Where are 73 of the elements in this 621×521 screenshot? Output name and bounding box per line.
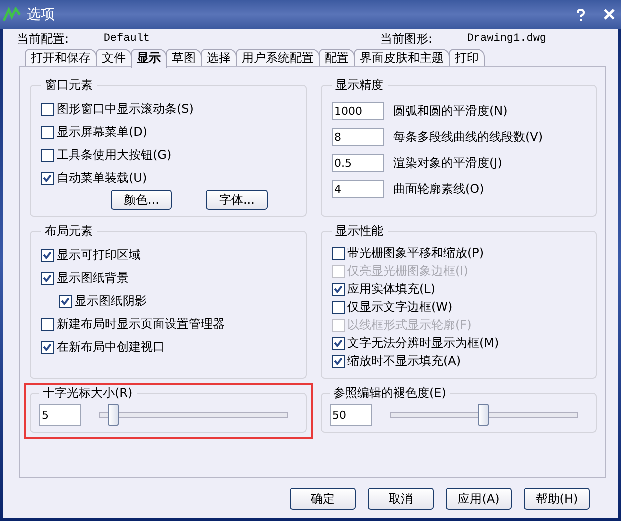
checkbox[interactable]: 仅显示文字边框(W) bbox=[332, 298, 586, 316]
checkbox-box bbox=[41, 341, 54, 354]
checkbox-box bbox=[332, 282, 344, 296]
checkbox-box bbox=[41, 249, 54, 262]
window-title: 选项 bbox=[27, 6, 56, 24]
field-label: 渲染对象的平滑度(J) bbox=[394, 154, 502, 172]
number-field[interactable]: 5 bbox=[39, 404, 81, 426]
checkbox-box bbox=[41, 172, 54, 185]
number-field[interactable]: 0.5 bbox=[332, 154, 384, 172]
field-label: 每条多段线曲线的线段数(V) bbox=[394, 128, 544, 146]
checkbox-box bbox=[332, 300, 344, 314]
checkbox-box bbox=[41, 272, 54, 285]
profile-label: 当前配置: bbox=[17, 30, 70, 48]
checkbox-box bbox=[41, 103, 54, 116]
tab[interactable]: 草图 bbox=[166, 49, 202, 66]
dialog-button[interactable]: 颜色... bbox=[111, 190, 172, 210]
checkbox-box bbox=[332, 354, 344, 368]
group-title: 窗口元素 bbox=[44, 77, 94, 94]
checkbox[interactable]: 显示图纸阴影 bbox=[41, 290, 296, 313]
slider-thumb[interactable] bbox=[478, 404, 489, 426]
tab[interactable]: 打印 bbox=[449, 49, 485, 66]
group-title: 显示性能 bbox=[334, 223, 384, 240]
field-label: 圆弧和圆的平滑度(N) bbox=[394, 102, 508, 120]
checkbox[interactable]: 显示屏幕菜单(D) bbox=[41, 121, 296, 144]
checkbox[interactable]: 显示图纸背景 bbox=[41, 267, 296, 290]
profile-name: Default bbox=[104, 33, 152, 45]
dialog-button[interactable]: 字体... bbox=[206, 190, 268, 210]
checkbox-box bbox=[41, 126, 54, 139]
dialog-button[interactable]: 帮助(H) bbox=[524, 488, 590, 510]
drawing-name: Drawing1.dwg bbox=[467, 33, 548, 45]
app-icon bbox=[3, 6, 21, 22]
help-icon[interactable] bbox=[576, 8, 586, 20]
checkbox[interactable]: 带光栅图象平移和缩放(P) bbox=[332, 244, 586, 262]
checkbox-box bbox=[41, 318, 54, 331]
group-title: 十字光标大小(R) bbox=[42, 385, 134, 402]
group-title: 显示精度 bbox=[334, 77, 384, 94]
number-field[interactable]: 1000 bbox=[332, 102, 384, 120]
checkbox[interactable]: 显示可打印区域 bbox=[41, 244, 296, 267]
checkbox[interactable]: 在新布局中创建视口 bbox=[41, 336, 296, 359]
slider-thumb[interactable] bbox=[108, 404, 119, 426]
tab[interactable]: 配置 bbox=[319, 49, 355, 66]
drawing-label: 当前图形: bbox=[380, 30, 434, 48]
close-icon[interactable] bbox=[604, 9, 615, 20]
tab[interactable]: 文件 bbox=[96, 49, 132, 66]
checkbox-box bbox=[41, 149, 54, 162]
checkbox[interactable]: 应用实体填充(L) bbox=[332, 280, 586, 298]
checkbox[interactable]: 缩放时不显示填充(A) bbox=[332, 352, 586, 370]
checkbox-box bbox=[332, 264, 344, 278]
tab[interactable]: 选择 bbox=[201, 49, 237, 66]
checkbox-box bbox=[332, 318, 344, 332]
field-label: 曲面轮廓素线(O) bbox=[394, 180, 484, 198]
dialog-button[interactable]: 确定 bbox=[290, 488, 356, 510]
dialog-button[interactable]: 应用(A) bbox=[446, 488, 512, 510]
number-field[interactable]: 50 bbox=[330, 404, 372, 426]
tab[interactable]: 用户系统配置 bbox=[236, 49, 320, 66]
checkbox[interactable]: 图形窗口中显示滚动条(S) bbox=[41, 98, 296, 121]
checkbox[interactable]: 工具条使用大按钮(G) bbox=[41, 144, 296, 167]
slider[interactable] bbox=[99, 404, 288, 426]
checkbox[interactable]: 自动菜单装载(U) bbox=[41, 167, 296, 190]
checkbox-box bbox=[332, 336, 344, 350]
checkbox-box bbox=[59, 295, 72, 308]
group-title: 布局元素 bbox=[44, 223, 94, 240]
dialog-button[interactable]: 取消 bbox=[368, 488, 434, 510]
tab[interactable]: 界面皮肤和主题 bbox=[354, 49, 450, 66]
tab[interactable]: 显示 bbox=[131, 49, 167, 68]
tab[interactable]: 打开和保存 bbox=[25, 49, 97, 66]
number-field[interactable]: 8 bbox=[332, 128, 384, 146]
checkbox[interactable]: 新建布局时显示页面设置管理器 bbox=[41, 313, 296, 336]
slider[interactable] bbox=[390, 404, 578, 426]
checkbox[interactable]: 文字无法分辨时显示为框(M) bbox=[332, 334, 586, 352]
checkbox-box bbox=[332, 246, 344, 260]
group-title: 参照编辑的褪色度(E) bbox=[332, 385, 448, 402]
number-field[interactable]: 4 bbox=[332, 180, 384, 198]
